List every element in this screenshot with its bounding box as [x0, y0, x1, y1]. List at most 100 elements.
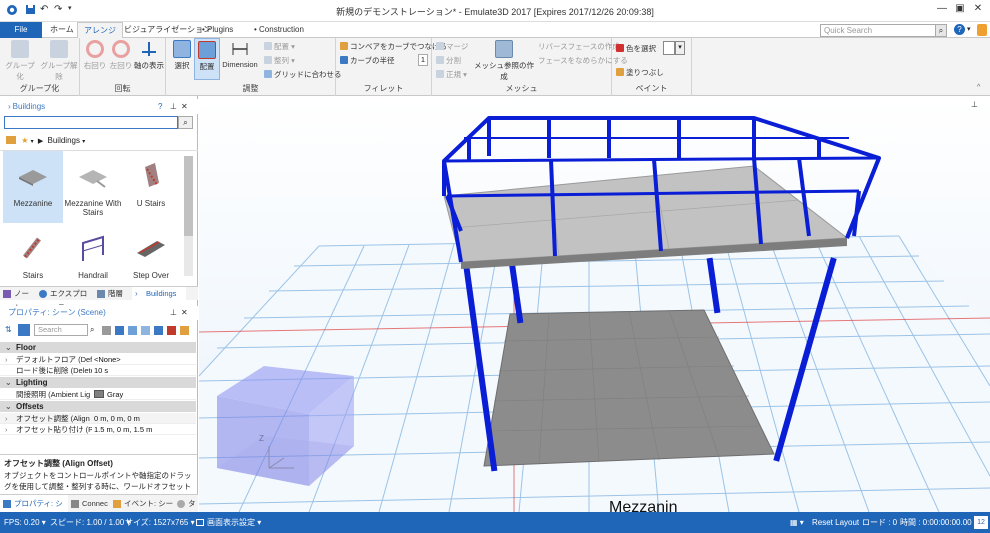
- library-item-step-over[interactable]: Step Over: [121, 223, 181, 295]
- fill-button[interactable]: 塗りつぶし: [616, 67, 664, 78]
- toolbar-icon-7[interactable]: [180, 326, 189, 335]
- tab-events-scene[interactable]: イベント: シーン (: [110, 495, 174, 513]
- library-search-input[interactable]: [4, 116, 178, 129]
- library-item-mezzanine[interactable]: Mezzanine: [3, 151, 63, 223]
- show-axis-button[interactable]: 軸の表示: [134, 40, 164, 71]
- reset-layout-button[interactable]: Reset Layout: [812, 512, 859, 533]
- category-lighting[interactable]: ⌄ Lighting: [0, 377, 196, 388]
- tab-explorer[interactable]: エクスプローラ: [36, 287, 94, 312]
- library-collapse-icon[interactable]: ›: [8, 102, 11, 111]
- breadcrumb-dropdown-icon[interactable]: ▾: [82, 139, 85, 145]
- search-icon[interactable]: ⌕: [935, 24, 947, 37]
- scene-canvas[interactable]: Z Mezzanin: [199, 96, 990, 512]
- collapse-icon[interactable]: ⌄: [5, 342, 12, 353]
- library-item-u-stairs[interactable]: U Stairs: [121, 151, 181, 223]
- sort-icon[interactable]: ⇅: [5, 325, 12, 334]
- connect-conveyor-curve-button[interactable]: コンベアをカーブでつなげる: [340, 41, 447, 52]
- toolbar-icon-1[interactable]: [102, 326, 111, 335]
- library-pin-icon[interactable]: ⊥: [170, 99, 177, 114]
- tab-file[interactable]: File: [0, 22, 42, 38]
- properties-search-input[interactable]: Search: [34, 324, 88, 336]
- select-button[interactable]: 選択: [170, 40, 194, 71]
- tab-notes[interactable]: ノート: [0, 287, 36, 312]
- library-search-icon[interactable]: ⌕: [178, 116, 193, 129]
- 3d-viewport[interactable]: Z Mezzanin ⊥: [199, 96, 990, 512]
- layout-grid-icon[interactable]: ▦ ▾: [790, 512, 804, 533]
- toolbar-icon-6[interactable]: [167, 326, 176, 335]
- library-item-stairs[interactable]: Stairs: [3, 223, 63, 295]
- expand-icon[interactable]: ›: [5, 354, 8, 365]
- toolbar-icon-5[interactable]: [154, 326, 163, 335]
- speed-indicator[interactable]: スピード: 1.00 / 1.00 ▾: [50, 512, 131, 533]
- tab-home[interactable]: ホーム: [44, 22, 80, 38]
- close-button[interactable]: ✕: [970, 3, 986, 17]
- property-value[interactable]: 1.5 m, 0 m, 1.5 m: [94, 424, 152, 435]
- arrange-button[interactable]: 配置 ▾: [264, 41, 295, 52]
- tab-hierarchy[interactable]: 階層: [94, 287, 132, 301]
- help-icon[interactable]: ?: [954, 24, 965, 35]
- merge-button[interactable]: マージ: [436, 41, 468, 52]
- property-row-delete-after-load[interactable]: ロード後に削除 (Delete 10 s: [0, 365, 196, 376]
- tab-buildings[interactable]: › Buildings: [132, 287, 186, 301]
- library-scroll-thumb[interactable]: [184, 156, 193, 236]
- property-value[interactable]: 10 s: [94, 365, 108, 376]
- help-dropdown-icon[interactable]: ▾: [967, 25, 971, 33]
- properties-close-icon[interactable]: ✕: [181, 306, 188, 320]
- properties-search-icon[interactable]: ⌕: [90, 325, 94, 335]
- expand-icon[interactable]: ›: [5, 424, 8, 435]
- color-dropdown-icon[interactable]: ▾: [675, 41, 685, 55]
- library-item-mezzanine-with-stairs[interactable]: Mezzanine With Stairs: [63, 151, 123, 223]
- collapse-ribbon-icon[interactable]: ^: [977, 84, 980, 91]
- library-help-icon[interactable]: ?: [158, 99, 162, 114]
- tab-arrange[interactable]: アレンジ: [77, 22, 123, 38]
- favorites-dropdown-icon[interactable]: ▾: [31, 139, 34, 145]
- property-row-align-offset[interactable]: › オフセット調整 (Align O 0 m, 0 m, 0 m: [0, 413, 196, 424]
- create-reverse-face-button[interactable]: リバースフェースの作成: [538, 41, 620, 52]
- ungroup-button[interactable]: グループ解除: [40, 40, 78, 82]
- library-close-icon[interactable]: ✕: [181, 99, 188, 114]
- toolbar-icon-3[interactable]: [128, 326, 137, 335]
- property-value[interactable]: Gray: [94, 389, 123, 400]
- tab-more[interactable]: タ: [174, 495, 198, 513]
- dimension-button[interactable]: Dimension: [220, 40, 260, 69]
- align-button[interactable]: 整列 ▾: [264, 55, 295, 66]
- expand-icon[interactable]: ›: [5, 413, 8, 424]
- property-value[interactable]: 0 m, 0 m, 0 m: [94, 413, 140, 424]
- group-button[interactable]: グループ化: [2, 40, 38, 82]
- user-icon[interactable]: [977, 24, 987, 36]
- fps-indicator[interactable]: FPS: 0.20 ▾: [4, 512, 46, 533]
- collapse-icon[interactable]: ⌄: [5, 377, 12, 388]
- favorites-icon[interactable]: ★: [21, 136, 28, 145]
- tab-construction[interactable]: • Construction: [248, 22, 310, 38]
- property-row-default-floor[interactable]: › デフォルトフロア (Default <None>: [0, 354, 196, 365]
- collapse-icon[interactable]: ⌄: [5, 401, 12, 412]
- size-indicator[interactable]: サイズ: 1527x765 ▾: [125, 512, 195, 533]
- tab-connections[interactable]: Connec: [68, 495, 110, 513]
- property-value[interactable]: <None>: [94, 354, 121, 365]
- category-floor[interactable]: ⌄ Floor: [0, 342, 196, 353]
- normalize-button[interactable]: 正規 ▾: [436, 69, 467, 80]
- tab-properties-scene[interactable]: プロパティ: シーン: [0, 495, 68, 526]
- library-scrollbar[interactable]: [184, 156, 193, 276]
- categorize-icon[interactable]: [18, 324, 30, 336]
- place-button[interactable]: 配置: [194, 38, 220, 80]
- properties-pin-icon[interactable]: ⊥: [170, 306, 177, 320]
- breadcrumb-item-buildings[interactable]: Buildings: [48, 136, 80, 145]
- snap-to-grid-button[interactable]: グリッドに合わせる: [264, 69, 342, 80]
- minimize-button[interactable]: —: [934, 3, 950, 17]
- viewport-pin-icon[interactable]: ⊥: [971, 100, 978, 109]
- folder-icon[interactable]: [6, 136, 16, 144]
- toolbar-icon-4[interactable]: [141, 326, 150, 335]
- property-row-paste-offset[interactable]: › オフセット貼り付け (Paste 1.5 m, 0 m, 1.5 m: [0, 424, 196, 435]
- pick-color-button[interactable]: 色を選択: [616, 43, 656, 54]
- maximize-button[interactable]: ▣: [952, 3, 968, 17]
- split-button[interactable]: 分割: [436, 55, 461, 66]
- curve-radius-input[interactable]: 1: [418, 54, 428, 66]
- tab-plugins[interactable]: • Plugins: [196, 22, 239, 38]
- rotate-left-button[interactable]: 左回り: [108, 40, 134, 71]
- notification-badge[interactable]: 12: [974, 516, 988, 529]
- library-item-handrail[interactable]: Handrail: [63, 223, 123, 295]
- quick-search-input[interactable]: Quick Search: [820, 24, 946, 37]
- color-swatch[interactable]: [663, 41, 675, 55]
- create-mesh-reference-button[interactable]: メッシュ参照の作成: [472, 40, 536, 82]
